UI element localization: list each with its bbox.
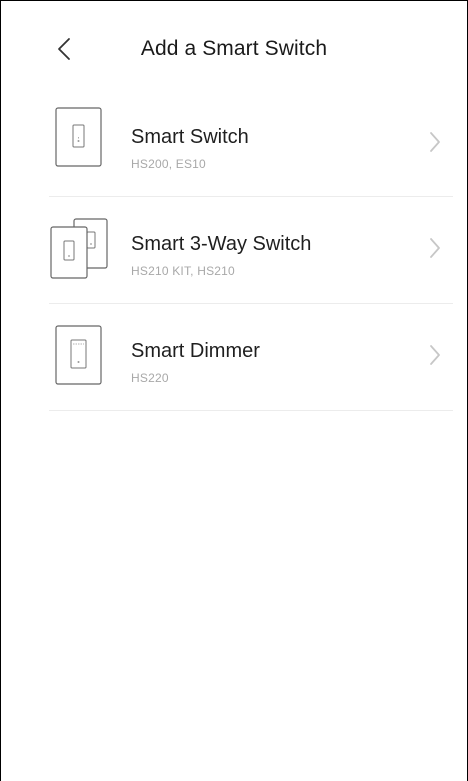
header: Add a Smart Switch [1,1,467,93]
chevron-right-icon [430,238,440,258]
device-name: Smart Switch [131,126,249,148]
single-switch-icon [49,107,109,171]
device-name: Smart Dimmer [131,340,260,362]
device-models: HS200, ES10 [131,157,206,171]
device-name: Smart 3-Way Switch [131,233,312,255]
three-way-switch-icon [49,215,109,279]
device-models: HS210 KIT, HS210 [131,264,235,278]
add-smart-switch-screen: Add a Smart Switch Smart Switch HS200, E… [0,0,468,781]
page-title: Add a Smart Switch [140,37,328,60]
chevron-right-icon [430,345,440,365]
device-row-smart-3-way-switch[interactable]: Smart 3-Way Switch HS210 KIT, HS210 [49,197,453,304]
chevron-right-icon [430,132,440,152]
device-models: HS220 [131,371,169,385]
device-row-smart-dimmer[interactable]: Smart Dimmer HS220 [49,304,453,411]
device-row-smart-switch[interactable]: Smart Switch HS200, ES10 [49,93,453,197]
dimmer-switch-icon [49,322,109,386]
device-list: Smart Switch HS200, ES10 Smart 3-Way Swi… [1,93,467,411]
